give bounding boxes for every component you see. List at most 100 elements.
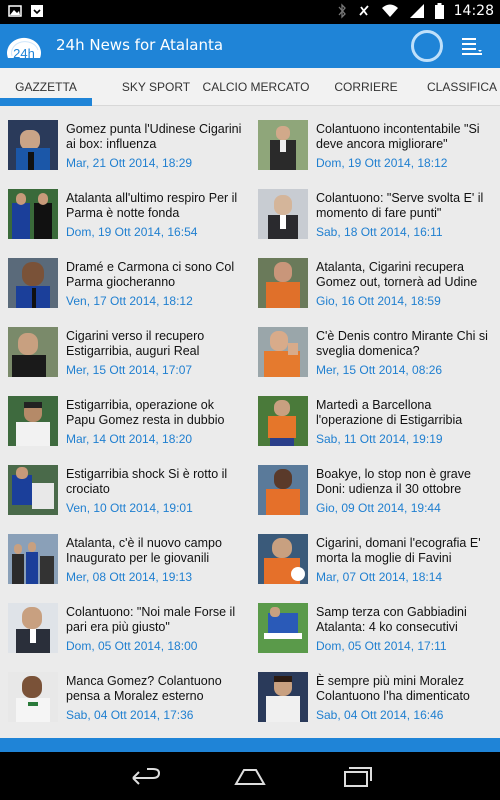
article-thumbnail <box>8 327 58 377</box>
article-date: Mar, 14 Ott 2014, 18:20 <box>66 432 193 446</box>
article-title: È sempre più mini Moralez Colantuono l'h… <box>316 674 470 703</box>
tab-calcio-mercato[interactable]: CALCIO MERCATO <box>200 68 312 106</box>
action-bar: 24h 24h News for Atalanta <box>0 24 500 68</box>
article-title: Dramé e Carmona ci sono Col Parma gioche… <box>66 260 235 289</box>
article-thumbnail <box>258 672 308 722</box>
article-thumbnail <box>8 189 58 239</box>
article-thumbnail <box>258 258 308 308</box>
article-date: Mer, 15 Ott 2014, 17:07 <box>66 363 193 377</box>
article-date: Sab, 04 Ott 2014, 17:36 <box>66 708 194 722</box>
article-thumbnail <box>258 189 308 239</box>
article-title: Cigarini, domani l'ecografia E' morta la… <box>316 536 481 565</box>
article-thumbnail <box>258 465 308 515</box>
article-date: Dom, 05 Ott 2014, 18:00 <box>66 639 198 653</box>
bottom-accent-strip <box>0 738 500 752</box>
article-card[interactable]: Samp terza con Gabbiadini Atalanta: 4 ko… <box>250 595 500 664</box>
article-date: Sab, 11 Ott 2014, 19:19 <box>316 432 443 446</box>
article-date: Gio, 09 Ott 2014, 19:44 <box>316 501 441 515</box>
article-date: Mer, 15 Ott 2014, 08:26 <box>316 363 443 377</box>
status-time: 14:28 <box>453 3 494 19</box>
app-title: 24h News for Atalanta <box>56 36 224 54</box>
article-date: Ven, 17 Ott 2014, 18:12 <box>66 294 193 308</box>
tab-classifica[interactable]: CLASSIFICA <box>420 68 500 106</box>
status-left-icons <box>8 4 44 18</box>
download-icon <box>31 5 43 17</box>
article-title: Manca Gomez? Colantuono pensa a Moralez … <box>66 674 222 703</box>
article-thumbnail <box>8 120 58 170</box>
article-list: Gomez punta l'Udinese Cigarini ai box: i… <box>0 106 500 738</box>
article-card[interactable]: Colantuono: "Noi male Forse il pari era … <box>0 595 250 664</box>
article-title: Colantuono incontentabile "Si deve ancor… <box>316 122 480 151</box>
article-date: Mar, 21 Ott 2014, 18:29 <box>66 156 193 170</box>
article-thumbnail <box>258 534 308 584</box>
article-title: Estigarribia, operazione ok Papu Gomez r… <box>66 398 225 427</box>
article-card[interactable]: Dramé e Carmona ci sono Col Parma gioche… <box>0 250 250 319</box>
article-card[interactable]: Atalanta, c'è il nuovo campo Inaugurato … <box>0 526 250 595</box>
article-thumbnail <box>8 672 58 722</box>
article-card[interactable]: Estigarribia shock Si è rotto il crociat… <box>0 457 250 526</box>
article-title: C'è Denis contro Mirante Chi si sveglia … <box>316 329 488 358</box>
article-title: Colantuono: "Serve svolta E' il momento … <box>316 191 484 220</box>
article-date: Mar, 07 Ott 2014, 18:14 <box>316 570 443 584</box>
article-card[interactable]: Boakye, lo stop non è grave Doni: udienz… <box>250 457 500 526</box>
article-date: Ven, 10 Ott 2014, 19:01 <box>66 501 193 515</box>
article-card[interactable]: Cigarini, domani l'ecografia E' morta la… <box>250 526 500 595</box>
article-card[interactable]: Colantuono incontentabile "Si deve ancor… <box>250 112 500 181</box>
article-card[interactable]: È sempre più mini Moralez Colantuono l'h… <box>250 664 500 733</box>
tab-sky-sport[interactable]: SKY SPORT <box>100 68 212 106</box>
recents-icon[interactable] <box>339 764 375 788</box>
article-card[interactable]: Manca Gomez? Colantuono pensa a Moralez … <box>0 664 250 733</box>
article-thumbnail <box>8 465 58 515</box>
status-bar: 14:28 <box>0 0 500 24</box>
article-thumbnail <box>258 120 308 170</box>
app-logo-text: 24h <box>13 46 35 61</box>
article-date: Gio, 16 Ott 2014, 18:59 <box>316 294 441 308</box>
image-icon <box>8 5 22 17</box>
home-icon[interactable] <box>232 764 268 788</box>
article-thumbnail <box>8 603 58 653</box>
status-right-icons: 14:28 <box>337 3 494 19</box>
back-icon[interactable] <box>127 764 163 788</box>
signal-icon <box>409 4 424 18</box>
article-title: Boakye, lo stop non è grave Doni: udienz… <box>316 467 471 496</box>
article-title: Colantuono: "Noi male Forse il pari era … <box>66 605 236 634</box>
article-thumbnail <box>8 258 58 308</box>
tab-indicator <box>0 98 92 106</box>
loading-spinner <box>411 30 443 62</box>
article-title: Samp terza con Gabbiadini Atalanta: 4 ko… <box>316 605 467 634</box>
article-title: Cigarini verso il recupero Estigarribia,… <box>66 329 205 358</box>
article-thumbnail <box>258 603 308 653</box>
article-card[interactable]: Atalanta, Cigarini recupera Gomez out, t… <box>250 250 500 319</box>
system-nav-bar <box>0 752 500 800</box>
article-date: Dom, 05 Ott 2014, 17:11 <box>316 639 447 653</box>
article-date: Sab, 04 Ott 2014, 16:46 <box>316 708 444 722</box>
article-thumbnail <box>258 327 308 377</box>
article-card[interactable]: Cigarini verso il recupero Estigarribia,… <box>0 319 250 388</box>
article-thumbnail <box>8 396 58 446</box>
article-date: Sab, 18 Ott 2014, 16:11 <box>316 225 443 239</box>
menu-icon[interactable] <box>460 34 484 58</box>
tab-corriere[interactable]: CORRIERE <box>318 68 414 106</box>
article-date: Dom, 19 Ott 2014, 18:12 <box>316 156 448 170</box>
battery-icon <box>434 3 444 19</box>
article-card[interactable]: C'è Denis contro Mirante Chi si sveglia … <box>250 319 500 388</box>
article-card[interactable]: Colantuono: "Serve svolta E' il momento … <box>250 181 500 250</box>
article-title: Gomez punta l'Udinese Cigarini ai box: i… <box>66 122 242 151</box>
article-card[interactable]: Estigarribia, operazione ok Papu Gomez r… <box>0 388 250 457</box>
article-card[interactable]: Gomez punta l'Udinese Cigarini ai box: i… <box>0 112 250 181</box>
article-title: Martedì a Barcellona l'operazione di Est… <box>316 398 463 427</box>
wifi-icon <box>381 4 398 17</box>
mute-icon <box>358 5 369 16</box>
app-logo[interactable]: 24h <box>4 28 44 64</box>
article-title: Atalanta, Cigarini recupera Gomez out, t… <box>316 260 478 289</box>
article-thumbnail <box>8 534 58 584</box>
article-card[interactable]: Atalanta all'ultimo respiro Per il Parma… <box>0 181 250 250</box>
article-date: Mer, 08 Ott 2014, 19:13 <box>66 570 193 584</box>
bluetooth-icon <box>338 3 346 19</box>
article-thumbnail <box>258 396 308 446</box>
article-title: Atalanta, c'è il nuovo campo Inaugurato … <box>66 536 222 565</box>
article-title: Atalanta all'ultimo respiro Per il Parma… <box>66 191 238 220</box>
article-date: Dom, 19 Ott 2014, 16:54 <box>66 225 198 239</box>
article-card[interactable]: Martedì a Barcellona l'operazione di Est… <box>250 388 500 457</box>
article-title: Estigarribia shock Si è rotto il crociat… <box>66 467 228 496</box>
